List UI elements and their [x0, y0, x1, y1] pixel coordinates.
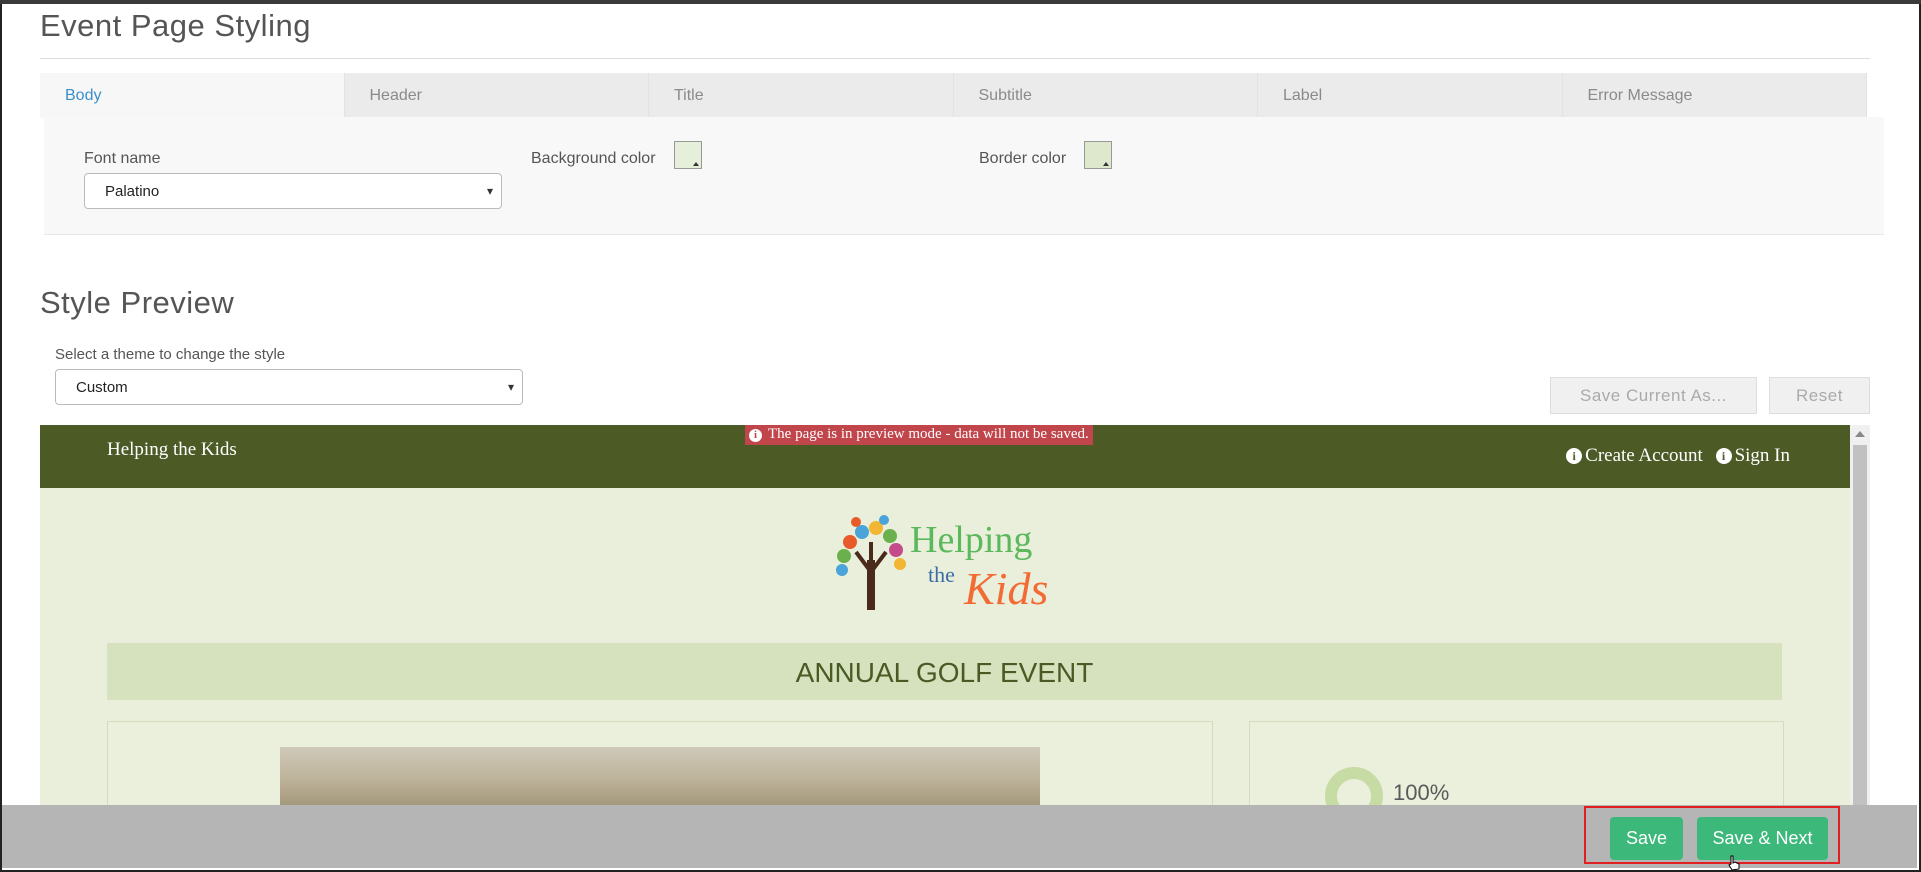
logo-word-the: the: [928, 562, 955, 587]
info-icon: i: [749, 429, 762, 442]
font-name-label: Font name: [84, 150, 161, 167]
body-tab-panel: Font name Palatino ▾ Background color Bo…: [44, 117, 1884, 235]
scroll-thumb[interactable]: [1853, 445, 1867, 805]
chevron-down-icon: ▾: [486, 184, 493, 198]
style-tabs: Body Header Title Subtitle Label Error M…: [40, 73, 1867, 118]
create-account-label: Create Account: [1585, 445, 1703, 466]
style-preview-pane: Helping the Kids i The page is in preview…: [40, 425, 1870, 805]
logo-word-kids: Kids: [963, 563, 1048, 612]
info-icon: i: [1715, 448, 1732, 464]
theme-value: Custom: [76, 378, 128, 396]
section-title: Event Page Styling: [40, 8, 311, 43]
font-name-select[interactable]: Palatino ▾: [84, 173, 502, 209]
event-image-card: [107, 721, 1213, 805]
border-color-swatch[interactable]: [1084, 141, 1112, 169]
chevron-down-icon: ▾: [507, 380, 514, 394]
style-preview-title: Style Preview: [40, 285, 235, 320]
account-links: i Create Account i Sign In: [1558, 445, 1790, 467]
progress-percent: 100%: [1393, 780, 1450, 805]
theme-select[interactable]: Custom ▾: [55, 369, 523, 405]
save-current-as-button[interactable]: Save Current As...: [1550, 377, 1757, 414]
section-divider: [40, 58, 1870, 59]
picker-arrow-icon: [1103, 162, 1109, 166]
hand-cursor-icon: [1728, 855, 1740, 871]
preview-mode-banner: i The page is in preview mode - data will…: [745, 425, 1093, 445]
helping-the-kids-logo: Helping the Kids: [836, 515, 1048, 612]
tab-title[interactable]: Title: [649, 73, 954, 118]
preview-org-name: Helping the Kids: [107, 439, 237, 460]
tree-icon: [836, 515, 906, 610]
event-title: ANNUAL GOLF EVENT: [795, 657, 1094, 688]
tab-label[interactable]: Label: [1258, 73, 1563, 118]
tab-header[interactable]: Header: [344, 73, 649, 118]
reset-button[interactable]: Reset: [1769, 377, 1870, 414]
logo-word-helping: Helping: [910, 519, 1032, 561]
background-color-label: Background color: [531, 150, 656, 167]
create-account-link[interactable]: i Create Account: [1566, 445, 1703, 466]
event-photo: [280, 747, 1040, 805]
tab-subtitle[interactable]: Subtitle: [953, 73, 1258, 118]
background-color-swatch[interactable]: [674, 141, 702, 169]
preview-scrollbar[interactable]: [1850, 425, 1870, 805]
progress-card: 100%: [1249, 721, 1784, 805]
info-icon: i: [1566, 448, 1583, 464]
sign-in-label: Sign In: [1734, 445, 1790, 466]
border-color-label: Border color: [979, 150, 1067, 167]
progress-donut-icon: [1325, 767, 1383, 805]
preview-header-bar: Helping the Kids i The page is in preview…: [40, 425, 1850, 488]
sign-in-link[interactable]: i Sign In: [1715, 445, 1790, 466]
window-top-border: [0, 0, 1921, 4]
picker-arrow-icon: [693, 162, 699, 166]
event-title-bar: ANNUAL GOLF EVENT: [107, 643, 1782, 700]
font-name-value: Palatino: [105, 182, 160, 200]
theme-select-label: Select a theme to change the style: [55, 346, 286, 363]
scroll-up-arrow-icon[interactable]: [1855, 431, 1865, 437]
preview-mode-text: The page is in preview mode - data will …: [768, 426, 1089, 442]
highlight-box: [1584, 806, 1840, 864]
tab-error-message[interactable]: Error Message: [1562, 73, 1867, 118]
tab-body[interactable]: Body: [40, 73, 345, 118]
